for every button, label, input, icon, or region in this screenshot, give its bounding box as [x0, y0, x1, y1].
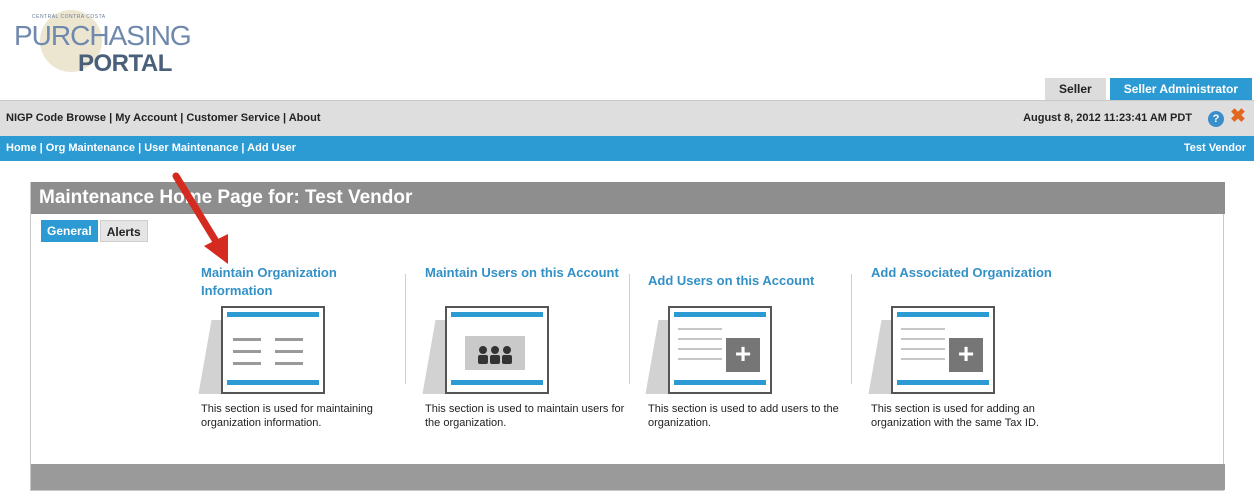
card-maintain-organization: Maintain Organization Information This s…	[198, 264, 423, 464]
role-tabs: Seller Seller Administrator	[1045, 78, 1252, 100]
panel-tabs: General Alerts	[41, 220, 148, 242]
thumb-grid-line	[901, 358, 945, 360]
people-icon	[465, 336, 525, 370]
breadcrumb-separator: |	[135, 142, 145, 154]
add-icon[interactable]: +	[645, 306, 778, 396]
thumb-screen	[221, 306, 325, 394]
purchasing-portal-logo[interactable]: CENTRAL CONTRA COSTA PURCHASING PORTAL	[10, 8, 192, 80]
thumb-row	[275, 338, 303, 341]
breadcrumb-home[interactable]: Home	[6, 142, 37, 154]
breadcrumb-separator: |	[238, 142, 248, 154]
form-icon[interactable]	[198, 306, 331, 396]
breadcrumb-org-maintenance[interactable]: Org Maintenance	[46, 142, 135, 154]
tab-general[interactable]: General	[41, 220, 98, 242]
logo-line-1: PURCHASING	[14, 20, 192, 51]
card-divider	[629, 274, 630, 384]
plus-icon: +	[949, 338, 983, 372]
breadcrumb-add-user[interactable]: Add User	[247, 142, 296, 154]
thumb-bar	[897, 312, 989, 317]
thumb-grid-line	[678, 338, 722, 340]
nav-separator: |	[106, 112, 116, 124]
thumb-row	[233, 338, 261, 341]
card-maintain-users: Maintain Users on this Account This sect…	[422, 264, 647, 464]
thumb-grid-line	[678, 328, 722, 330]
tab-seller-administrator[interactable]: Seller Administrator	[1109, 78, 1252, 100]
thumb-row	[233, 350, 261, 353]
page: CENTRAL CONTRA COSTA PURCHASING PORTAL S…	[0, 0, 1254, 491]
help-icon[interactable]: ?	[1208, 111, 1224, 127]
card-add-users: Add Users on this Account + This section…	[645, 264, 870, 464]
current-datetime: August 8, 2012 11:23:41 AM PDT	[1023, 112, 1192, 124]
thumb-bar	[227, 380, 319, 385]
thumb-bar	[674, 312, 766, 317]
card-link-maintain-organization[interactable]: Maintain Organization Information	[201, 264, 401, 300]
plus-icon: +	[726, 338, 760, 372]
card-description: This section is used for maintaining org…	[201, 403, 373, 429]
current-user-name: Test Vendor	[1183, 142, 1246, 154]
nav-separator: |	[177, 112, 187, 124]
card-description: This section is used to maintain users f…	[425, 403, 625, 429]
breadcrumb-user-maintenance[interactable]: User Maintenance	[144, 142, 238, 154]
thumb-bar	[227, 312, 319, 317]
users-icon[interactable]	[422, 306, 555, 396]
thumb-grid-line	[678, 358, 722, 360]
nav-link-nigp-code-browse[interactable]: NIGP Code Browse	[6, 112, 106, 124]
thumb-bar	[451, 380, 543, 385]
nav-link-my-account[interactable]: My Account	[115, 112, 177, 124]
panel-footer	[31, 464, 1225, 490]
card-link-add-users[interactable]: Add Users on this Account	[648, 272, 860, 290]
thumb-grid-line	[901, 338, 945, 340]
card-link-maintain-users[interactable]: Maintain Users on this Account	[425, 264, 625, 282]
thumb-screen	[445, 306, 549, 394]
red-arrow-annotation-icon	[172, 172, 228, 264]
thumb-row	[275, 362, 303, 365]
card-link-add-associated-organization[interactable]: Add Associated Organization	[871, 264, 1071, 282]
thumb-bar	[674, 380, 766, 385]
tab-seller[interactable]: Seller	[1045, 78, 1106, 100]
add-icon[interactable]: +	[868, 306, 1001, 396]
thumb-screen: +	[891, 306, 995, 394]
logo-line-2: PORTAL	[78, 50, 172, 77]
thumb-grid-line	[901, 348, 945, 350]
card-add-associated-organization: Add Associated Organization + This secti…	[868, 264, 1093, 464]
breadcrumb-navigation: Home | Org Maintenance | User Maintenanc…	[0, 136, 1254, 161]
top-navigation: NIGP Code Browse | My Account | Customer…	[0, 100, 1254, 136]
top-nav-links: NIGP Code Browse | My Account | Customer…	[6, 112, 321, 124]
close-icon[interactable]: ✖	[1230, 107, 1246, 127]
breadcrumb-separator: |	[36, 142, 46, 154]
thumb-row	[233, 362, 261, 365]
thumb-row	[275, 350, 303, 353]
card-description: This section is used for adding an organ…	[871, 403, 1039, 429]
card-divider	[851, 274, 852, 384]
card-description: This section is used to add users to the…	[648, 403, 839, 429]
thumb-grid-line	[678, 348, 722, 350]
nav-separator: |	[279, 112, 289, 124]
card-divider	[405, 274, 406, 384]
thumb-bar	[897, 380, 989, 385]
thumb-grid-line	[901, 328, 945, 330]
thumb-bar	[451, 312, 543, 317]
tab-alerts[interactable]: Alerts	[99, 220, 148, 242]
nav-link-customer-service[interactable]: Customer Service	[186, 112, 280, 124]
thumb-screen: +	[668, 306, 772, 394]
nav-link-about[interactable]: About	[289, 112, 321, 124]
breadcrumb: Home | Org Maintenance | User Maintenanc…	[6, 142, 296, 154]
